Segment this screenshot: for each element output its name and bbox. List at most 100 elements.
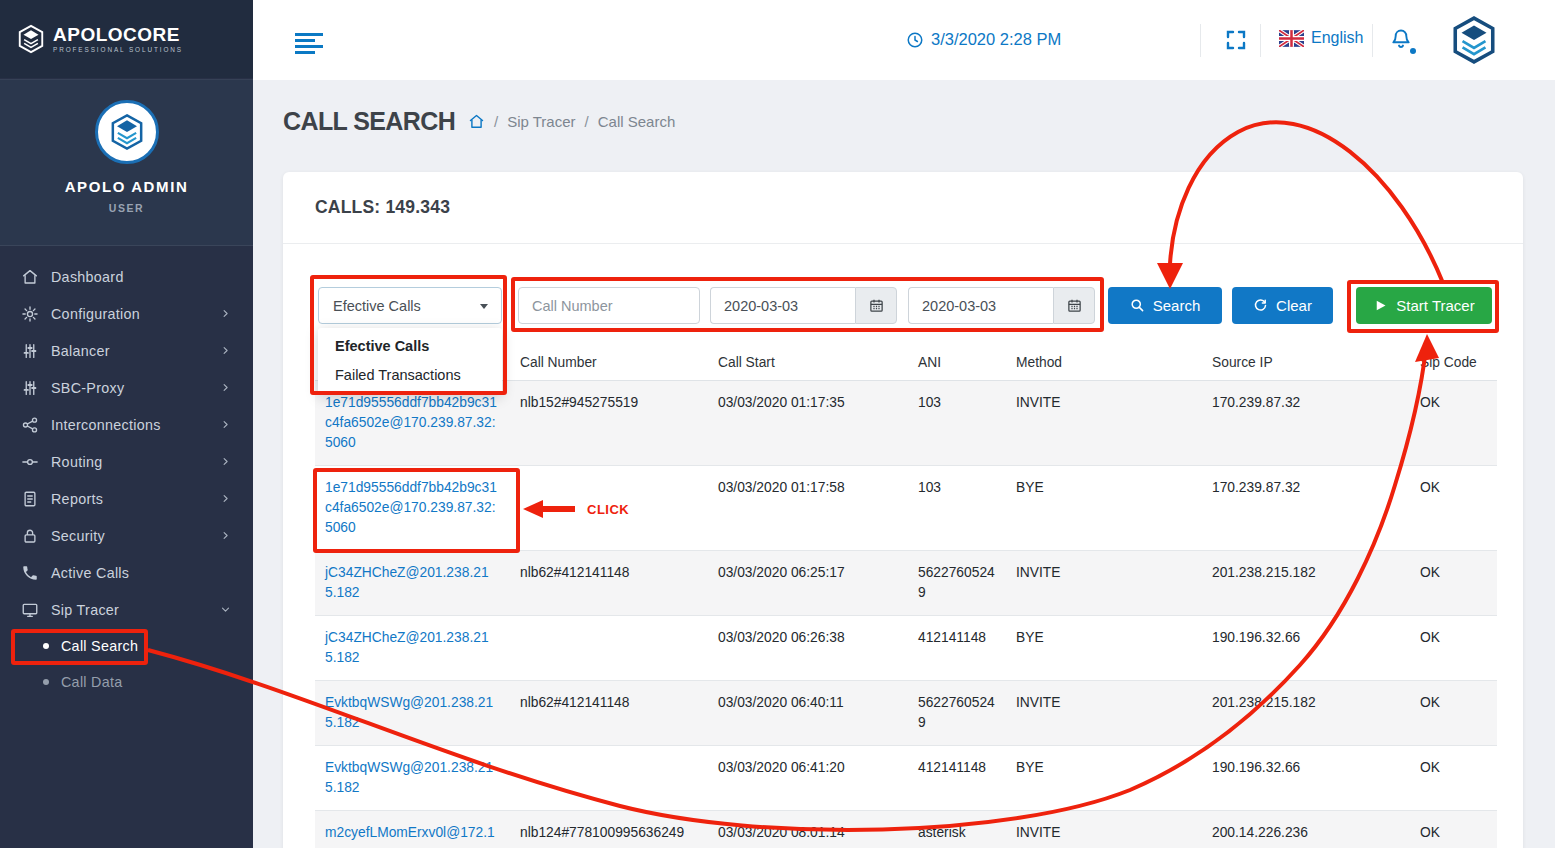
date-to-input[interactable] bbox=[908, 287, 1053, 324]
calls-card: CALLS: 149.343 Efective Calls bbox=[283, 172, 1523, 848]
sidebar-item-security[interactable]: Security bbox=[0, 517, 253, 554]
column-header-call-number: Call Number bbox=[510, 345, 708, 381]
play-icon bbox=[1373, 298, 1388, 313]
brand[interactable]: APOLOCORE PROFESSIONAL SOLUTIONS bbox=[0, 0, 253, 78]
cell-source-ip: 201.238.215.182 bbox=[1202, 681, 1410, 746]
call-id-link[interactable]: EvktbqWSWg@201.238.215.182 bbox=[315, 681, 510, 746]
sidebar-item-configuration[interactable]: Configuration bbox=[0, 295, 253, 332]
sidebar-item-active-calls[interactable]: Active Calls bbox=[0, 554, 253, 591]
app: APOLOCORE PROFESSIONAL SOLUTIONS APOLO A… bbox=[0, 0, 1555, 848]
cell-ani: 103 bbox=[908, 466, 1006, 551]
cell-call-start: 03/03/2020 06:26:38 bbox=[708, 616, 908, 681]
divider bbox=[1372, 24, 1373, 57]
cell-call-start: 03/03/2020 06:25:17 bbox=[708, 551, 908, 616]
cell-sip-code: OK bbox=[1410, 381, 1497, 466]
fullscreen-icon[interactable] bbox=[1224, 28, 1248, 52]
cell-sip-code: OK bbox=[1410, 811, 1497, 848]
table-row: m2cyefLMomErxv0l@172.1nlb124#77810099563… bbox=[315, 811, 1497, 848]
cell-ani: 56227605249 bbox=[908, 551, 1006, 616]
sidebar-item-balancer[interactable]: Balancer bbox=[0, 332, 253, 369]
cell-sip-code: OK bbox=[1410, 746, 1497, 811]
brand-logo-icon bbox=[16, 24, 46, 54]
brand-tagline: PROFESSIONAL SOLUTIONS bbox=[53, 46, 183, 53]
breadcrumb: / Sip Tracer / Call Search bbox=[468, 113, 675, 130]
chevron-right-icon bbox=[220, 308, 231, 319]
divider bbox=[1260, 24, 1261, 57]
caret-down-icon bbox=[480, 304, 488, 309]
chevron-down-icon bbox=[220, 604, 231, 615]
menu-toggle-icon[interactable] bbox=[295, 33, 323, 57]
left-arrow-icon bbox=[523, 500, 543, 518]
share-icon bbox=[21, 416, 39, 434]
calendar-icon[interactable] bbox=[855, 287, 897, 324]
chevron-right-icon bbox=[220, 493, 231, 504]
table-row: jC34ZHCheZ@201.238.215.182 03/03/2020 06:… bbox=[315, 616, 1497, 681]
cell-call-number: nlb124#778100995636249 bbox=[510, 811, 708, 848]
call-number-input[interactable] bbox=[518, 287, 700, 324]
app-logo-icon[interactable] bbox=[1449, 15, 1499, 65]
profile-name: APOLO ADMIN bbox=[0, 178, 253, 195]
home-icon[interactable] bbox=[468, 113, 485, 130]
cell-sip-code: OK bbox=[1410, 616, 1497, 681]
sidebar-item-dashboard[interactable]: Dashboard bbox=[0, 258, 253, 295]
cell-method: BYE bbox=[1006, 746, 1202, 811]
call-id-link[interactable]: EvktbqWSWg@201.238.215.182 bbox=[315, 746, 510, 811]
cell-sip-code: OK bbox=[1410, 681, 1497, 746]
cell-method: BYE bbox=[1006, 466, 1202, 551]
date-from-input[interactable] bbox=[710, 287, 855, 324]
sidebar-item-interconnections[interactable]: Interconnections bbox=[0, 406, 253, 443]
notification-dot bbox=[1410, 48, 1416, 54]
table-row: EvktbqWSWg@201.238.215.182nlb62#41214114… bbox=[315, 681, 1497, 746]
dropdown-option-failed-transactions[interactable]: Failed Transactions bbox=[318, 361, 502, 390]
call-id-link[interactable]: jC34ZHCheZ@201.238.215.182 bbox=[315, 551, 510, 616]
phone-icon bbox=[21, 564, 39, 582]
cell-call-number: nlb62#412141148 bbox=[510, 551, 708, 616]
home-icon bbox=[21, 268, 39, 286]
datetime: 3/3/2020 2:28 PM bbox=[906, 30, 1061, 49]
language-selector[interactable]: English bbox=[1279, 29, 1363, 47]
cell-source-ip: 190.196.32.66 bbox=[1202, 746, 1410, 811]
date-from-group bbox=[710, 287, 897, 324]
sidebar-subitem-call-data[interactable]: Call Data bbox=[0, 664, 253, 700]
sidebar-item-sbc-proxy[interactable]: SBC-Proxy bbox=[0, 369, 253, 406]
dropdown-option-efective-calls[interactable]: Efective Calls bbox=[318, 332, 502, 361]
table-row: 1e71d95556ddf7bb42b9c31c4fa6502e@170.239… bbox=[315, 466, 1497, 551]
chevron-right-icon bbox=[220, 345, 231, 356]
monitor-icon bbox=[21, 601, 39, 619]
column-header-method: Method bbox=[1006, 345, 1202, 381]
page-title: CALL SEARCH bbox=[283, 107, 455, 136]
brand-name: APOLOCORE bbox=[53, 26, 183, 44]
call-id-link[interactable]: 1e71d95556ddf7bb42b9c31c4fa6502e@170.239… bbox=[315, 466, 510, 551]
avatar[interactable] bbox=[95, 100, 159, 164]
calendar-icon[interactable] bbox=[1053, 287, 1095, 324]
start-tracer-button[interactable]: Start Tracer bbox=[1356, 287, 1492, 324]
sidebar-item-reports[interactable]: Reports bbox=[0, 480, 253, 517]
sidebar-item-sip-tracer[interactable]: Sip Tracer bbox=[0, 591, 253, 628]
cell-call-number bbox=[510, 746, 708, 811]
breadcrumb-sip-tracer[interactable]: Sip Tracer bbox=[507, 113, 575, 130]
call-id-link[interactable]: m2cyefLMomErxv0l@172.1 bbox=[315, 811, 510, 848]
sidebar-menu: DashboardConfigurationBalancerSBC-ProxyI… bbox=[0, 258, 253, 700]
sidebar-subitem-call-search[interactable]: Call Search bbox=[0, 628, 253, 664]
cell-ani: 412141148 bbox=[908, 616, 1006, 681]
cell-call-start: 03/03/2020 06:41:20 bbox=[708, 746, 908, 811]
cell-source-ip: 200.14.226.236 bbox=[1202, 811, 1410, 848]
table-row: EvktbqWSWg@201.238.215.182 03/03/2020 06:… bbox=[315, 746, 1497, 811]
clear-button[interactable]: Clear bbox=[1232, 287, 1333, 324]
calls-count-title: CALLS: 149.343 bbox=[315, 197, 450, 218]
cell-call-start: 03/03/2020 06:40:11 bbox=[708, 681, 908, 746]
search-icon bbox=[1130, 298, 1145, 313]
breadcrumb-call-search: Call Search bbox=[598, 113, 676, 130]
call-type-select[interactable]: Efective Calls bbox=[318, 287, 502, 324]
sidebar-item-routing[interactable]: Routing bbox=[0, 443, 253, 480]
cell-source-ip: 170.239.87.32 bbox=[1202, 466, 1410, 551]
cell-sip-code: OK bbox=[1410, 466, 1497, 551]
language-label: English bbox=[1311, 29, 1363, 47]
file-icon bbox=[21, 490, 39, 508]
call-id-link[interactable]: jC34ZHCheZ@201.238.215.182 bbox=[315, 616, 510, 681]
notifications-bell-icon[interactable] bbox=[1389, 27, 1413, 55]
cell-call-number bbox=[510, 616, 708, 681]
cell-method: BYE bbox=[1006, 616, 1202, 681]
search-button[interactable]: Search bbox=[1108, 287, 1222, 324]
cell-ani: 103 bbox=[908, 381, 1006, 466]
